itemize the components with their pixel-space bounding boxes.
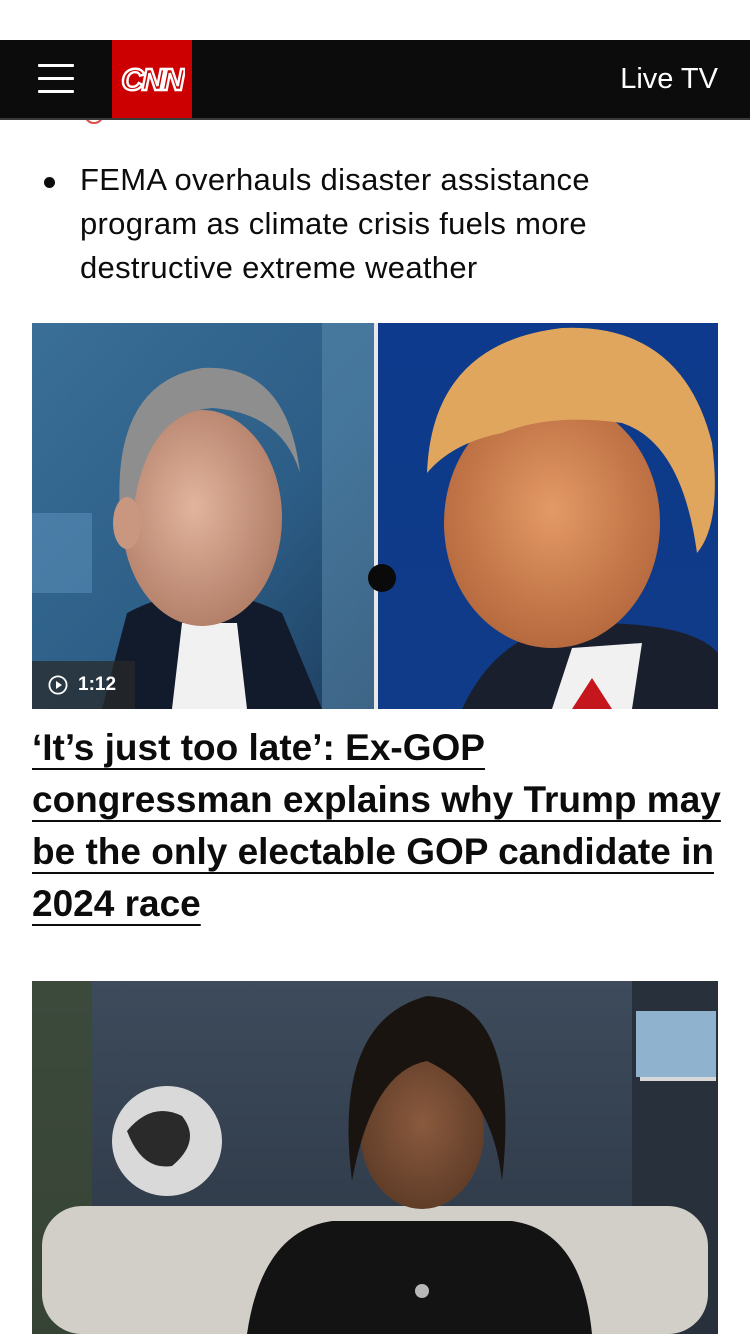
story-thumbnail-image <box>32 981 718 1334</box>
cnn-logo[interactable]: CNN <box>112 40 192 118</box>
next-story-thumbnail[interactable] <box>32 981 718 1334</box>
video-thumbnail[interactable] <box>32 323 718 709</box>
live-tv-link[interactable]: Live TV <box>620 40 718 118</box>
video-duration-badge[interactable]: 1:12 <box>32 661 135 709</box>
related-story-link[interactable]: FEMA overhauls disaster assistance progr… <box>80 158 684 290</box>
story-headline: ‘It’s just too late’: Ex-GOP congressman… <box>32 722 722 930</box>
play-circle-icon <box>48 675 68 695</box>
video-duration: 1:12 <box>78 674 117 695</box>
site-header: CNN Live TV <box>0 40 750 120</box>
bullet-icon <box>44 177 55 188</box>
story-headline-link[interactable]: ‘It’s just too late’: Ex-GOP congressman… <box>32 727 721 924</box>
cnn-logo-mark: CNN <box>120 62 185 96</box>
video-thumbnail-image <box>32 323 718 709</box>
status-bar-area <box>0 0 750 40</box>
hamburger-menu-icon[interactable] <box>38 60 74 96</box>
list-item: FEMA overhauls disaster assistance progr… <box>44 158 684 290</box>
logo-text: CNN <box>121 62 185 96</box>
